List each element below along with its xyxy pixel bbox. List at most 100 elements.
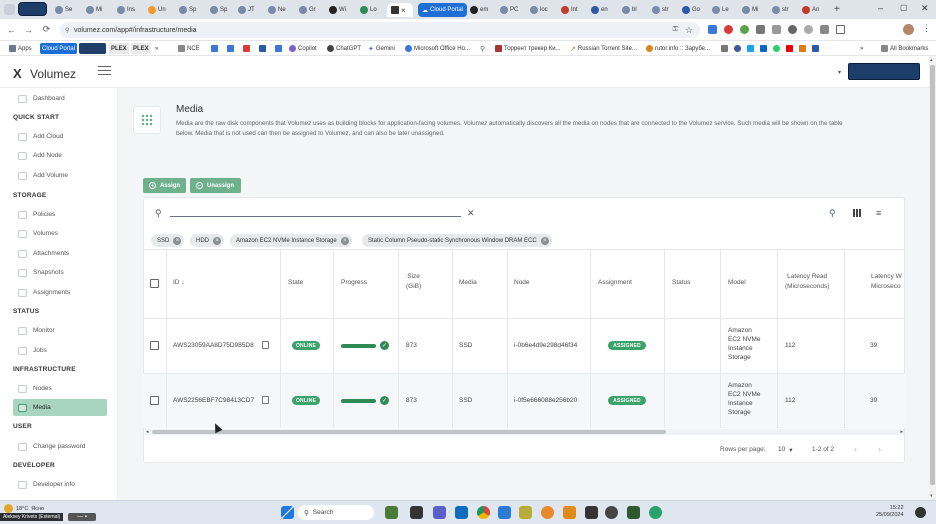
outlook-icon[interactable] bbox=[455, 506, 468, 519]
bookmark-icon[interactable] bbox=[211, 45, 218, 52]
maximize-icon[interactable]: ▢ bbox=[900, 3, 908, 12]
previous-page-icon[interactable]: ‹ bbox=[854, 444, 857, 454]
scroll-right-arrow-icon[interactable]: ▸ bbox=[900, 429, 903, 435]
all-bookmarks[interactable]: All Bookmarks bbox=[881, 43, 928, 54]
sidebar-item-snapshots[interactable]: Snapshots bbox=[13, 264, 107, 281]
chip-remove-icon[interactable]: × bbox=[173, 236, 182, 245]
browser-tab[interactable]: Sp bbox=[179, 3, 196, 17]
filter-chip-amazon-ec2[interactable]: Amazon EC2 NVMe Instance Storage × bbox=[230, 234, 352, 247]
column-header-assignment[interactable]: Assignment bbox=[598, 278, 632, 288]
taskbar-app-icon[interactable] bbox=[410, 506, 423, 519]
bookmark-star-icon[interactable]: ☆ bbox=[685, 25, 693, 36]
sidebar-item-developer-info[interactable]: Developer info bbox=[13, 476, 107, 493]
bookmark-plex[interactable]: PLEX bbox=[131, 43, 151, 54]
bookmark-chatgpt[interactable]: ChatGPT bbox=[327, 43, 361, 54]
bookmark-icon[interactable] bbox=[275, 45, 282, 52]
rows-per-page-select[interactable]: 10 ▾ bbox=[778, 446, 793, 454]
sidebar-item-add-cloud[interactable]: Add Cloud bbox=[13, 128, 107, 145]
taskbar-app-icon[interactable] bbox=[605, 506, 618, 519]
browser-tab[interactable]: str bbox=[772, 3, 789, 17]
bookmark-map-pin[interactable]: ⚲ bbox=[480, 43, 485, 54]
bookmark-redacted[interactable] bbox=[79, 43, 106, 54]
window-close-icon[interactable]: ✕ bbox=[921, 3, 929, 14]
whatsapp-icon[interactable] bbox=[773, 45, 780, 52]
scroll-up-arrow-icon[interactable]: ▴ bbox=[930, 57, 933, 63]
taskbar-app-icon[interactable] bbox=[563, 506, 576, 519]
bookmark-rutor[interactable]: rutor.info :: Зарубе... bbox=[646, 43, 710, 54]
column-header-latency-write[interactable]: Latency W Microseco bbox=[871, 272, 904, 292]
filter-chip-ssd[interactable]: SSD × bbox=[151, 234, 185, 247]
sidebar-item-media[interactable]: Media bbox=[13, 399, 107, 416]
tab-search-button[interactable] bbox=[4, 4, 15, 15]
row-checkbox[interactable] bbox=[150, 341, 159, 350]
browser-tab[interactable]: em bbox=[470, 3, 488, 17]
column-header-id[interactable]: ID ↓ bbox=[173, 278, 185, 288]
notification-icon[interactable] bbox=[915, 507, 926, 518]
remote-session-label[interactable]: Aleksey Krivets (External) bbox=[0, 513, 64, 521]
vscode-icon[interactable] bbox=[498, 506, 511, 519]
column-header-model[interactable]: Model bbox=[728, 278, 746, 288]
youtube-icon[interactable] bbox=[786, 45, 793, 52]
next-page-icon[interactable]: › bbox=[878, 444, 881, 454]
column-header-node[interactable]: Node bbox=[514, 278, 530, 288]
column-header-size[interactable]: Size (GiB) bbox=[406, 272, 421, 292]
taskbar-app-icon[interactable] bbox=[649, 506, 662, 519]
sidebar-item-add-volume[interactable]: Add Volume bbox=[13, 167, 107, 184]
browser-tab[interactable]: An bbox=[802, 3, 819, 17]
extension-icon[interactable] bbox=[788, 25, 797, 34]
chip-remove-icon[interactable]: × bbox=[340, 236, 349, 245]
bookmark-icon[interactable] bbox=[721, 45, 728, 52]
sidebar-item-dashboard[interactable]: Dashboard bbox=[13, 90, 107, 107]
copy-icon[interactable] bbox=[262, 396, 269, 404]
gmail-icon[interactable] bbox=[243, 45, 250, 52]
filter-chip-dram-ecc[interactable]: Static Column Pseudo-static Synchronous … bbox=[362, 234, 552, 247]
new-tab-button[interactable]: + bbox=[834, 4, 840, 15]
site-info-icon[interactable]: ⚲ bbox=[65, 27, 69, 34]
browser-tab[interactable]: Sp bbox=[210, 3, 227, 17]
taskbar-app-icon[interactable] bbox=[541, 506, 554, 519]
sidebar-item-monitor[interactable]: Monitor bbox=[13, 322, 107, 339]
browser-tab[interactable]: Ne bbox=[268, 3, 286, 17]
sidebar-item-attachments[interactable]: Attachments bbox=[13, 245, 107, 262]
extension-icon[interactable] bbox=[772, 25, 781, 34]
teams-icon[interactable] bbox=[433, 506, 446, 519]
bookmarks-overflow[interactable]: » bbox=[860, 43, 863, 54]
extensions-puzzle-icon[interactable] bbox=[820, 25, 829, 34]
filter-chip-hdd[interactable]: HDD × bbox=[190, 234, 224, 247]
linkedin-icon[interactable] bbox=[760, 45, 767, 52]
browser-tab[interactable]: Gr bbox=[299, 3, 316, 17]
browser-tab[interactable]: bl bbox=[622, 3, 637, 17]
copy-icon[interactable] bbox=[262, 341, 269, 349]
table-search-icon[interactable]: ⚲ bbox=[829, 208, 836, 219]
page-scrollbar-thumb[interactable] bbox=[930, 65, 935, 485]
account-name-redacted[interactable] bbox=[848, 63, 920, 80]
select-all-checkbox[interactable] bbox=[150, 279, 159, 288]
bookmark-icon[interactable] bbox=[799, 45, 806, 52]
bookmark-torrent[interactable]: Торрент трекер Ки... bbox=[495, 43, 561, 54]
row-checkbox[interactable] bbox=[150, 396, 159, 405]
browser-tab[interactable]: str bbox=[652, 3, 669, 17]
bookmark-gemini[interactable]: ✦ Gemini bbox=[368, 43, 395, 54]
search-input[interactable] bbox=[170, 205, 461, 217]
browser-menu-icon[interactable]: ⋮ bbox=[922, 23, 931, 34]
remote-session-pill[interactable]: — ▪ bbox=[68, 513, 96, 521]
taskbar-search-box[interactable]: ⚲ Search bbox=[298, 505, 374, 520]
tray-clock[interactable]: 15:22 25/09/2024 bbox=[876, 505, 904, 519]
horizontal-scrollbar[interactable]: ◂ ▸ bbox=[145, 429, 904, 435]
column-header-state[interactable]: State bbox=[288, 278, 303, 288]
column-header-media[interactable]: Media bbox=[459, 278, 477, 288]
taskbar-app-icon[interactable] bbox=[627, 506, 640, 519]
browser-tab[interactable]: PC bbox=[500, 3, 518, 17]
chip-remove-icon[interactable]: × bbox=[540, 236, 549, 245]
back-icon[interactable]: ← bbox=[5, 23, 18, 36]
bookmark-nce[interactable]: NCE bbox=[178, 43, 200, 54]
bookmark-cloud-portal[interactable]: Cloud Portal bbox=[40, 43, 78, 54]
tab-close-icon[interactable]: × bbox=[401, 6, 406, 15]
extension-icon[interactable] bbox=[740, 25, 749, 34]
scroll-left-arrow-icon[interactable]: ◂ bbox=[146, 429, 149, 435]
clear-search-icon[interactable]: ✕ bbox=[467, 208, 475, 219]
account-dropdown-chevron-icon[interactable]: ▾ bbox=[838, 69, 841, 76]
extension-icon[interactable] bbox=[756, 25, 765, 34]
browser-tab[interactable]: Int bbox=[561, 3, 578, 17]
bookmark-russian-torrent[interactable]: ↗ Russian Torrent Site... bbox=[570, 43, 637, 54]
